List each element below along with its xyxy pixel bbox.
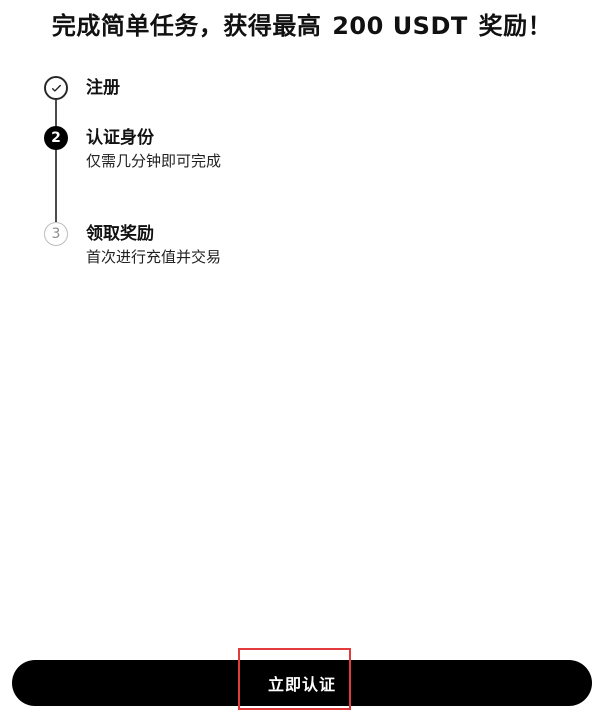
step-title: 注册 (86, 78, 120, 98)
step-claim-text: 领取奖励 首次进行充值并交易 (86, 222, 221, 267)
step-verify-text: 认证身份 仅需几分钟即可完成 (86, 126, 221, 171)
step-register: 注册 (44, 76, 120, 100)
step-subtitle: 首次进行充值并交易 (86, 248, 222, 266)
footer: 立即认证 (12, 648, 592, 710)
step-title: 领取奖励 (86, 224, 154, 244)
title-suffix: 奖励！ (478, 12, 553, 40)
step-title: 认证身份 (86, 128, 154, 148)
reward-amount: 200 USDT (330, 12, 470, 42)
step-register-text: 注册 (86, 76, 120, 100)
check-icon (44, 76, 68, 100)
progress-steps: 注册 2 认证身份 仅需几分钟即可完成 3 领取奖励 首次进行充值并交易 (44, 74, 564, 284)
page-title: 完成简单任务，获得最高 200 USDT 奖励！ (0, 6, 604, 42)
step-number-badge: 3 (44, 222, 68, 246)
step-claim-reward: 3 领取奖励 首次进行充值并交易 (44, 222, 221, 267)
step-number-badge: 2 (44, 126, 68, 150)
title-prefix: 完成简单任务，获得最高 (51, 12, 322, 40)
step-verify-identity: 2 认证身份 仅需几分钟即可完成 (44, 126, 221, 171)
step-subtitle: 仅需几分钟即可完成 (86, 152, 222, 170)
verify-now-button[interactable]: 立即认证 (12, 660, 592, 706)
